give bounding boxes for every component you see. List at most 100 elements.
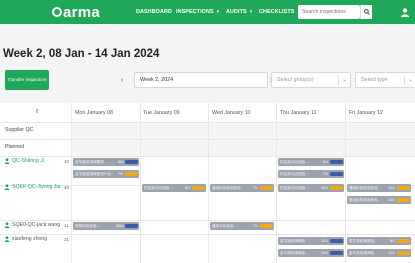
inspection-task-chip[interactable]: 金牛座经销商检... 12/1 xyxy=(278,237,344,245)
day-header: Mon January 08 xyxy=(75,110,113,116)
task-count: 10/1 xyxy=(321,186,328,190)
person-icon xyxy=(4,222,10,228)
divider xyxy=(276,103,277,263)
task-count: 7/1 xyxy=(253,186,258,190)
nav-inspections[interactable]: INSPECTIONS ▾ xyxy=(176,0,219,24)
task-status-bar xyxy=(260,224,273,228)
task-count: 12/1 xyxy=(321,239,328,243)
inspection-task-chip[interactable]: 通用检验检验检验... 7/1 xyxy=(210,184,274,192)
divider xyxy=(71,103,72,263)
section-band xyxy=(71,139,415,156)
inspection-task-chip[interactable]: 供应商分区检验-... 9/1 xyxy=(278,158,344,166)
type-select-placeholder: Select type xyxy=(361,77,388,83)
nav-checklists-label: CHECKLISTS xyxy=(259,9,295,15)
search-input[interactable] xyxy=(298,5,360,19)
task-status-bar xyxy=(125,160,138,164)
task-status-bar xyxy=(192,186,205,190)
inspection-task-chip[interactable]: 通用检验检验检验... 10/1 xyxy=(347,196,411,204)
week-select[interactable]: Week 2, 2024 xyxy=(134,72,268,88)
task-status-bar xyxy=(397,186,410,190)
task-label: 通用检验检验检验... xyxy=(212,185,244,190)
task-count: 8/1 xyxy=(390,239,395,243)
inspector-name[interactable]: xiaofeng zhong xyxy=(12,236,47,242)
inspection-task-chip[interactable]: 金牛座经销商集团... 8/1 xyxy=(73,158,139,166)
task-label: 通用检验检验检验... xyxy=(349,197,381,202)
task-count: 10/1 xyxy=(388,251,395,255)
prev-week-icon[interactable]: ‹ xyxy=(121,77,123,84)
task-label: 家具检验检验... xyxy=(75,223,100,228)
nav-audits-label: AUDITS xyxy=(226,9,247,15)
inspector-name[interactable]: QC-Shilong Ji xyxy=(12,158,44,164)
nav-audits[interactable]: AUDITS ▾ xyxy=(226,0,252,24)
week-select-value: Week 2, 2024 xyxy=(140,77,174,83)
inspector-name[interactable]: SQEF-QC-Jiyong Jia xyxy=(12,184,60,190)
nav-dashboard[interactable]: DASHBOARD xyxy=(136,0,172,24)
logo-text: arma xyxy=(63,3,101,21)
task-count: 8/1 xyxy=(185,186,190,190)
task-status-bar xyxy=(125,172,138,176)
sort-icon[interactable]: ⇕ xyxy=(35,109,40,115)
inspection-task-chip[interactable]: 金牛座经销商集团产品... 7/1 xyxy=(73,170,139,178)
inspection-task-chip[interactable]: 供应商分区检验-... 10/1 xyxy=(278,184,344,192)
nav-inspections-label: INSPECTIONS xyxy=(176,9,214,15)
nav-checklists[interactable]: CHECKLISTS xyxy=(259,0,294,24)
inspector-count: 10 xyxy=(64,159,70,164)
top-navbar: arma DASHBOARD INSPECTIONS ▾ AUDITS ▾ CH… xyxy=(0,0,415,24)
divider xyxy=(338,76,339,85)
transfer-inspectors-button[interactable]: Transfer inspectors xyxy=(5,70,49,90)
inspector-row-label[interactable]: QC-Shilong Ji xyxy=(4,158,44,164)
task-label: 金牛座经销商检... xyxy=(349,250,378,255)
section-band xyxy=(71,122,415,139)
inspection-task-chip[interactable]: 通用检验检验检验... 10/1 xyxy=(347,184,411,192)
task-count: 54/1 xyxy=(116,224,123,228)
inspection-task-chip[interactable]: 通用分区检验... 7/1 xyxy=(210,222,274,230)
nav-dashboard-label: DASHBOARD xyxy=(136,9,172,15)
task-label: 供应商分区检验-... xyxy=(144,185,174,190)
type-select[interactable]: Select type ⌄ xyxy=(355,72,415,88)
caret-down-icon: ▾ xyxy=(249,9,253,15)
day-header: Thu January 11 xyxy=(280,110,317,116)
day-header: Wed January 10 xyxy=(212,110,251,116)
task-count: 7/1 xyxy=(323,172,328,176)
inspector-row-label[interactable]: SQEF-QC-Jiyong Jia xyxy=(4,184,60,190)
task-status-bar xyxy=(260,186,273,190)
user-menu-icon[interactable] xyxy=(400,7,410,17)
inspector-row-label[interactable]: xiaofeng zhong xyxy=(4,236,47,242)
divider xyxy=(208,103,209,263)
task-label: 供应商分区检验-... xyxy=(280,159,310,164)
task-count: 7/1 xyxy=(253,224,258,228)
person-icon xyxy=(4,158,10,164)
section-label-planned: Planned xyxy=(5,144,25,150)
inspection-task-chip[interactable]: 金牛座经销商检... 10/1 xyxy=(278,249,344,257)
logo[interactable]: arma xyxy=(52,3,100,21)
chevron-down-icon: ⌄ xyxy=(341,77,347,83)
task-label: 金牛座经销商检... xyxy=(280,238,309,243)
task-status-bar xyxy=(330,160,343,164)
inspector-row-label[interactable]: SQE0-QC-jack wang xyxy=(4,222,60,228)
inspection-task-chip[interactable]: 金牛座经销商检... 8/1 xyxy=(347,237,411,245)
task-label: 金牛座经销商集团... xyxy=(75,159,107,164)
task-count: 8/1 xyxy=(118,160,123,164)
task-status-bar xyxy=(397,198,410,202)
caret-down-icon: ▾ xyxy=(216,9,220,15)
inspector-name[interactable]: SQE0-QC-jack wang xyxy=(12,222,60,228)
task-status-bar xyxy=(397,239,410,243)
logo-mark-icon xyxy=(52,7,62,17)
inspection-task-chip[interactable]: 供应商分区检验-... 7/1 xyxy=(278,170,344,178)
inspection-task-chip[interactable]: 家具检验检验... 54/1 xyxy=(73,222,139,230)
task-count: 10/1 xyxy=(388,198,395,202)
task-status-bar xyxy=(330,186,343,190)
divider xyxy=(404,76,405,85)
task-status-bar xyxy=(397,251,410,255)
task-status-bar xyxy=(125,224,138,228)
task-count: 10/1 xyxy=(388,186,395,190)
person-icon xyxy=(4,236,10,242)
inspection-task-chip[interactable]: 供应商分区检验-... 8/1 xyxy=(142,184,206,192)
task-label: 供应商分区检验-... xyxy=(280,171,310,176)
task-count: 9/1 xyxy=(323,160,328,164)
search-button[interactable] xyxy=(360,5,372,19)
group-select[interactable]: Select group(s) ⌄ xyxy=(271,72,351,88)
inspection-task-chip[interactable]: 金牛座经销商检... 10/1 xyxy=(347,249,411,257)
day-header: Tue January 09 xyxy=(143,110,180,116)
chevron-down-icon: ⌄ xyxy=(407,77,413,83)
